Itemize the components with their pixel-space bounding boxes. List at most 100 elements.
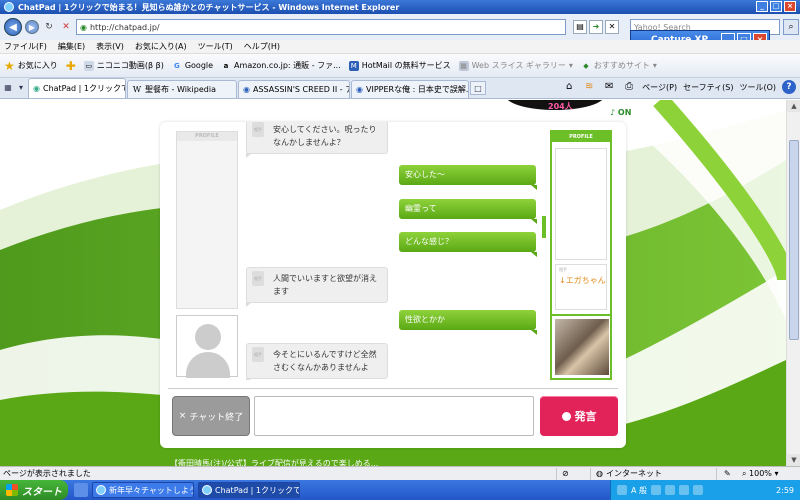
home-icon[interactable]: ⌂	[562, 80, 576, 94]
compat-view-icon[interactable]: ▤	[573, 20, 587, 34]
feeds-icon[interactable]: ≋	[582, 80, 596, 94]
tab-chatpad[interactable]: ◉ ChatPad | 1クリックで始ま...	[28, 78, 126, 98]
quick-tabs-icon[interactable]: ▦	[2, 81, 14, 95]
partner-avatar	[176, 315, 238, 378]
message-text: 幽霊って	[405, 204, 437, 213]
new-tab-button[interactable]: □	[470, 81, 486, 95]
pin-icon[interactable]: ✎	[724, 469, 731, 478]
safety-menu[interactable]: セーフティ(S)	[683, 82, 733, 93]
scroll-down-icon[interactable]: ▼	[787, 454, 800, 466]
quick-launch-icon[interactable]	[74, 483, 88, 497]
tray-icon[interactable]	[617, 485, 627, 495]
profile-header: PROFILE	[177, 132, 237, 141]
tools-menu[interactable]: ツール(O)	[739, 82, 776, 93]
scroll-thumb[interactable]	[789, 140, 799, 340]
tray-icon[interactable]	[665, 485, 676, 495]
message-right: どんな感じ？	[399, 232, 537, 257]
refresh-icon[interactable]: ↻	[42, 20, 56, 34]
protected-mode-icon: ⊘	[562, 469, 569, 478]
tray-icon[interactable]	[679, 485, 690, 495]
maximize-button[interactable]: □	[770, 1, 782, 12]
page-viewport: 204人 ♪ ON PROFILE 相手 安心してください。呪ったりなんかしませ…	[0, 100, 786, 466]
google-icon: G	[173, 61, 180, 70]
wikipedia-icon: W	[132, 84, 142, 94]
fav-item-nicovideo[interactable]: ▭ ニコニコ動画(β β)	[83, 60, 164, 71]
fav-item-amazon[interactable]: a Amazon.co.jp: 通販 - ファ...	[221, 60, 341, 71]
history-icon[interactable]: ✕	[605, 20, 619, 34]
fav-item-suggested[interactable]: ◆ おすすめサイト ▾	[581, 60, 657, 71]
chat-panel: PROFILE 相手 安心してください。呪ったりなんかしませんよ？ 安心した～ …	[160, 122, 626, 448]
tray-icon[interactable]	[651, 485, 662, 495]
quick-launch	[74, 483, 88, 497]
close-icon: ×	[178, 411, 187, 421]
status-divider	[556, 468, 557, 480]
scroll-up-icon[interactable]: ▲	[787, 100, 800, 112]
mail-icon[interactable]: ✉	[602, 80, 616, 94]
menu-edit[interactable]: 編集(E)	[58, 41, 85, 52]
menu-favorites[interactable]: お気に入り(A)	[135, 41, 187, 52]
taskbar-item-chat[interactable]: 新年早々チャットしよう...	[92, 482, 194, 498]
fav-item-webslice[interactable]: ▦ Web スライス ギャラリー ▾	[458, 60, 573, 71]
back-button[interactable]: ◀	[4, 18, 22, 36]
address-field[interactable]: ◉ http://chatpad.jp/	[76, 19, 566, 35]
close-button[interactable]: ×	[784, 1, 796, 12]
page-scrollbar[interactable]: ▲ ▼	[786, 100, 800, 466]
add-favorite-icon[interactable]: ✚	[66, 59, 76, 73]
zone-label: インターネット	[605, 469, 662, 478]
page-menu[interactable]: ページ(P)	[642, 82, 677, 93]
ie-icon	[96, 485, 106, 495]
tab-wikipedia[interactable]: W 聖餐布 - Wikipedia	[127, 80, 237, 98]
start-button[interactable]: スタート	[0, 480, 68, 500]
tab-vipper[interactable]: ◉ VIPPERな俺 : 日本史で誤解...	[351, 80, 469, 98]
menu-help[interactable]: ヘルプ(H)	[244, 41, 280, 52]
ime-indicator[interactable]: A 般	[631, 485, 647, 496]
fav-item-hotmail[interactable]: M HotMail の無料サービス	[348, 60, 451, 71]
command-bar: ⌂ ≋ ✉ ⎙ ページ(P) セーフティ(S) ツール(O) ?	[562, 80, 796, 94]
my-profile-photo	[550, 314, 612, 380]
menu-tools[interactable]: ツール(T)	[198, 41, 233, 52]
nicovideo-icon: ▭	[83, 60, 94, 71]
clock: 2:59	[776, 485, 794, 495]
profile-name: ↓エガちゃん	[559, 276, 606, 285]
search-icon[interactable]: ⌕	[783, 19, 799, 35]
stop-icon[interactable]: ✕	[59, 20, 73, 34]
tab-label: ChatPad | 1クリックで始ま...	[42, 84, 125, 93]
message-text: 今そとにいるんですけど全然さむくなんかありませんよ	[273, 350, 377, 372]
message-scroll-thumb[interactable]	[542, 216, 546, 238]
menu-file[interactable]: ファイル(F)	[4, 41, 47, 52]
star-icon: ★	[4, 58, 15, 73]
message-input[interactable]	[254, 396, 534, 436]
print-icon[interactable]: ⎙	[622, 80, 636, 94]
message-list[interactable]: 相手 安心してください。呪ったりなんかしませんよ？ 安心した～ 幽霊って どんな…	[246, 122, 546, 380]
help-icon[interactable]: ?	[782, 80, 796, 94]
minimize-button[interactable]: _	[756, 1, 768, 12]
taskbar-item-label: 新年早々チャットしよう...	[109, 485, 193, 495]
zoom-level[interactable]: ⌕ 100% ▾	[742, 469, 778, 479]
status-text: ページが表示されました	[3, 469, 91, 478]
favorites-button[interactable]: ★ お気に入り	[4, 59, 58, 73]
send-button[interactable]: 発言	[540, 396, 618, 436]
hotmail-icon: M	[348, 60, 359, 71]
globe-icon: ◍	[596, 469, 603, 478]
fav-item-google[interactable]: G Google	[172, 61, 213, 71]
end-chat-button[interactable]: × チャット終了	[172, 396, 250, 436]
message-tag: 相手	[252, 271, 264, 286]
sound-on-toggle[interactable]: ♪ ON	[610, 108, 631, 117]
message-tag: 相手	[252, 122, 264, 137]
tab-assassins-creed[interactable]: ◉ ASSASSIN'S CREED II - ア...	[238, 80, 350, 98]
footer-link[interactable]: 【衝田晴馬(注)/公式】ライブ配信が見えるので楽しめる...	[170, 458, 378, 466]
tab-list-icon[interactable]: ▾	[15, 81, 27, 95]
menu-view[interactable]: 表示(V)	[96, 41, 124, 52]
message-right: 幽霊って	[399, 199, 537, 224]
taskbar-item-chatpad[interactable]: ChatPad | 1クリックで...	[198, 482, 300, 498]
fav-item-label: Web スライス ギャラリー	[471, 61, 566, 70]
menu-bar: ファイル(F) 編集(E) 表示(V) お気に入り(A) ツール(T) ヘルプ(…	[0, 40, 800, 54]
security-zone[interactable]: ◍ インターネット	[596, 468, 662, 479]
tab-label: ASSASSIN'S CREED II - ア...	[252, 85, 349, 94]
fav-item-label: ニコニコ動画(β β)	[96, 61, 164, 70]
fav-item-label: HotMail の無料サービス	[361, 61, 451, 70]
windows-logo-icon	[6, 484, 18, 496]
forward-button[interactable]: ▶	[25, 20, 39, 34]
volume-icon[interactable]	[693, 485, 704, 495]
go-icon[interactable]: ➜	[589, 20, 603, 34]
